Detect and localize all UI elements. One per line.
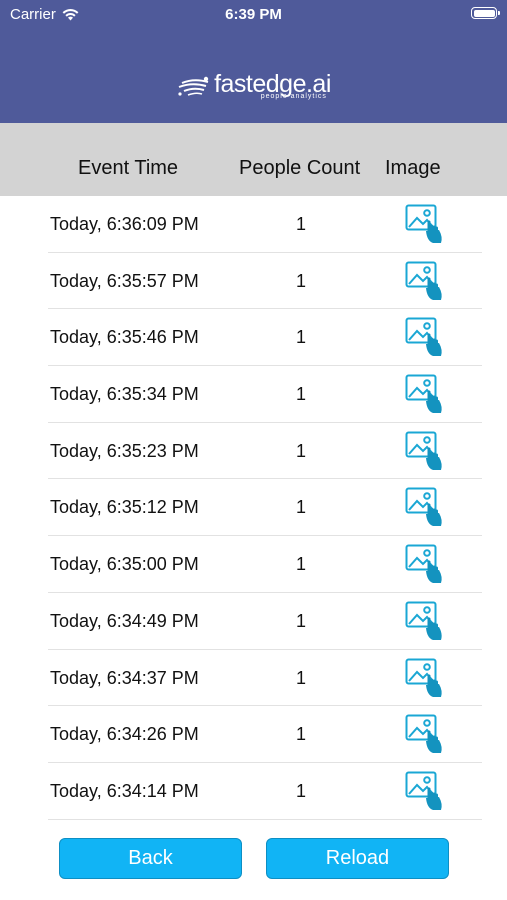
row-event-time: Today, 6:35:46 PM: [50, 327, 199, 348]
row-people-count: 1: [295, 724, 306, 745]
row-event-time: Today, 6:34:26 PM: [50, 724, 199, 745]
image-tap-icon[interactable]: [405, 487, 445, 527]
table-row[interactable]: Today, 6:34:14 PM 1: [0, 763, 507, 820]
status-bar: Carrier 6:39 PM: [0, 0, 507, 28]
table-row[interactable]: Today, 6:35:34 PM 1: [0, 366, 507, 423]
row-event-time: Today, 6:34:14 PM: [50, 780, 199, 801]
column-header-event-time: Event Time: [78, 157, 179, 179]
table-row[interactable]: Today, 6:35:46 PM 1: [0, 309, 507, 367]
row-people-count: 1: [295, 610, 306, 631]
table-row[interactable]: Today, 6:36:09 PM 1: [0, 196, 507, 253]
table-header: Event Time People Count Image: [0, 123, 507, 196]
row-people-count: 1: [295, 554, 306, 575]
column-header-people-count: People Count: [239, 157, 361, 179]
table-row[interactable]: Today, 6:34:26 PM 1: [0, 706, 507, 763]
image-tap-icon[interactable]: [405, 374, 445, 414]
row-event-time: Today, 6:34:49 PM: [50, 610, 199, 631]
table-row[interactable]: Today, 6:35:23 PM 1: [0, 423, 507, 480]
brand-tagline: people analytics: [260, 93, 327, 100]
image-tap-icon[interactable]: [405, 714, 445, 754]
row-people-count: 1: [295, 667, 306, 688]
row-divider: [48, 818, 482, 820]
table-row[interactable]: Today, 6:34:37 PM 1: [0, 650, 507, 707]
image-tap-icon[interactable]: [405, 601, 445, 641]
image-tap-icon[interactable]: [405, 658, 445, 698]
row-event-time: Today, 6:35:23 PM: [50, 440, 199, 461]
row-people-count: 1: [295, 497, 306, 518]
row-event-time: Today, 6:35:57 PM: [50, 270, 199, 291]
row-event-time: Today, 6:35:00 PM: [50, 554, 199, 575]
row-event-time: Today, 6:35:12 PM: [50, 497, 199, 518]
brand-logo: fastedge.ai people analytics: [0, 70, 507, 104]
app-header: Carrier 6:39 PM fastedge.ai people analy…: [0, 0, 507, 123]
image-tap-icon[interactable]: [405, 317, 445, 357]
image-tap-icon[interactable]: [405, 204, 445, 244]
battery-icon: [471, 7, 500, 19]
table-row[interactable]: Today, 6:34:49 PM 1: [0, 593, 507, 650]
row-people-count: 1: [295, 780, 306, 801]
row-people-count: 1: [295, 384, 306, 405]
status-time: 6:39 PM: [225, 6, 282, 23]
reload-button[interactable]: Reload: [266, 838, 449, 879]
row-people-count: 1: [295, 327, 306, 348]
table-row[interactable]: Today, 6:35:00 PM 1: [0, 536, 507, 593]
row-event-time: Today, 6:35:34 PM: [50, 384, 199, 405]
image-tap-icon[interactable]: [405, 431, 445, 471]
table-row[interactable]: Today, 6:35:57 PM 1: [0, 253, 507, 310]
table-row[interactable]: Today, 6:35:12 PM 1: [0, 479, 507, 537]
image-tap-icon[interactable]: [405, 261, 445, 301]
back-button[interactable]: Back: [59, 838, 242, 879]
brand-wordmark: fastedge.ai people analytics: [214, 70, 331, 100]
row-people-count: 1: [295, 440, 306, 461]
event-list: Today, 6:36:09 PM 1 Today, 6:35:57 PM 1 Toda…: [0, 196, 507, 820]
row-people-count: 1: [295, 214, 306, 234]
logo-mark-icon: [178, 76, 209, 96]
image-tap-icon[interactable]: [405, 771, 445, 811]
row-event-time: Today, 6:34:37 PM: [50, 667, 199, 688]
column-header-image: Image: [385, 157, 441, 179]
row-people-count: 1: [295, 270, 306, 291]
row-event-time: Today, 6:36:09 PM: [50, 214, 199, 234]
image-tap-icon[interactable]: [405, 544, 445, 584]
